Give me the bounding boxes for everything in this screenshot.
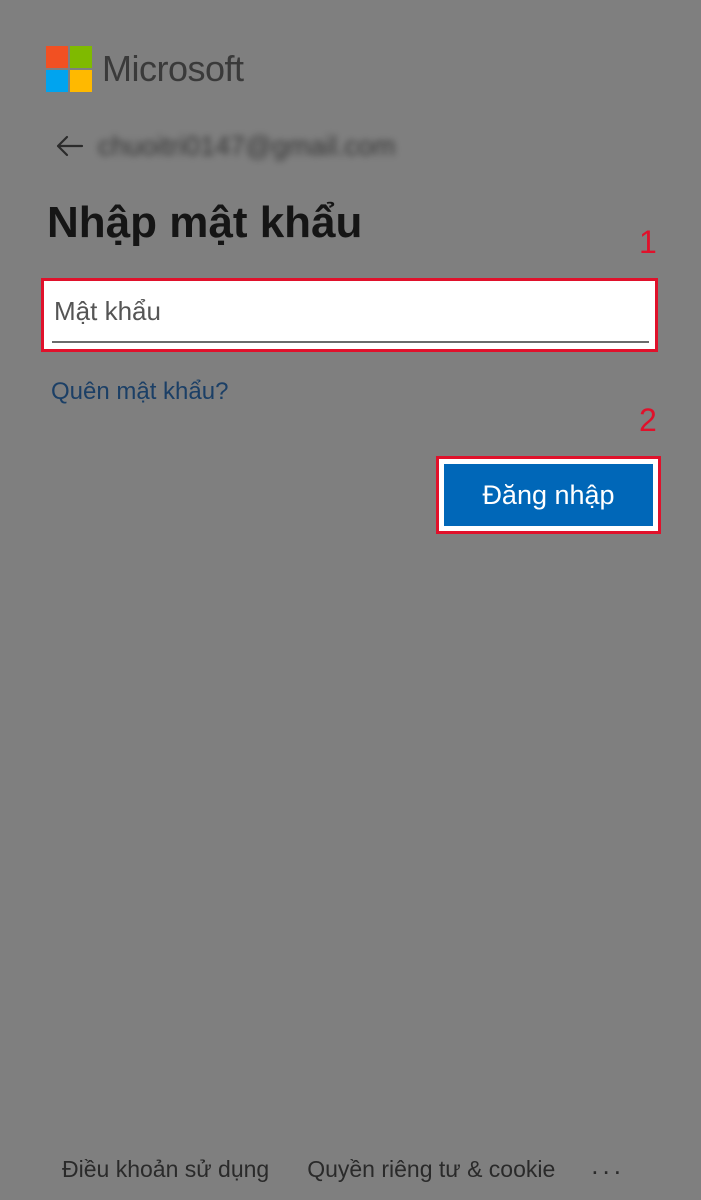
password-field-highlight [41, 278, 658, 352]
microsoft-logo: Microsoft [46, 46, 244, 92]
step-marker-1: 1 [639, 224, 657, 260]
account-email: chuoitri0147@gmail.com [98, 130, 396, 161]
terms-link[interactable]: Điều khoản sử dụng [62, 1156, 269, 1183]
signin-button-highlight: Đăng nhập [436, 456, 661, 534]
footer: Điều khoản sử dụng Quyền riêng tư & cook… [62, 1152, 625, 1183]
page-title: Nhập mật khẩu [47, 198, 363, 247]
password-input[interactable] [52, 281, 649, 343]
identity-row: chuoitri0147@gmail.com [52, 128, 396, 164]
arrow-left-icon[interactable] [52, 128, 88, 164]
more-options-icon[interactable]: ... [591, 1152, 625, 1178]
forgot-password-link[interactable]: Quên mật khẩu? [51, 378, 228, 406]
step-marker-2: 2 [639, 402, 657, 438]
privacy-cookies-link[interactable]: Quyền riêng tư & cookie [307, 1156, 555, 1183]
signin-button[interactable]: Đăng nhập [444, 464, 653, 526]
microsoft-logo-icon [46, 46, 92, 92]
brand-name: Microsoft [102, 48, 244, 89]
